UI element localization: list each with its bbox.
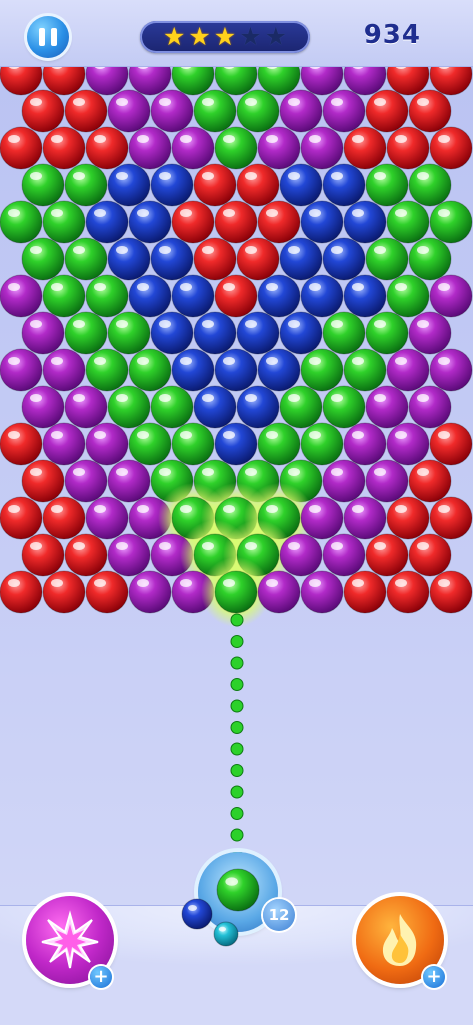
bubble-shine [218,926,226,932]
star-icon: ★ [239,22,262,51]
next-bubble [181,898,213,930]
score: 934 [363,20,421,50]
top-bar: ★ ★ ★ ★ ★ 934 [0,0,473,67]
star-icon: ★ [213,22,237,51]
star-progress: ★ ★ ★ ★ ★ [140,21,310,53]
bubble-shine [188,905,197,911]
star-icon: ★ [264,22,288,51]
bubble-shine [225,877,238,886]
shooter-bubbles [181,868,260,947]
next-bubble [213,921,239,947]
current-bubble [216,868,260,912]
pause-icon [39,28,45,46]
pause-button[interactable] [27,16,69,58]
add-bomb-button[interactable]: + [90,966,112,988]
star-icon: ★ [188,22,211,51]
star-icon: ★ [162,22,186,51]
shots-remaining-counter: 12 [263,899,295,931]
add-fire-button[interactable]: + [423,966,445,988]
